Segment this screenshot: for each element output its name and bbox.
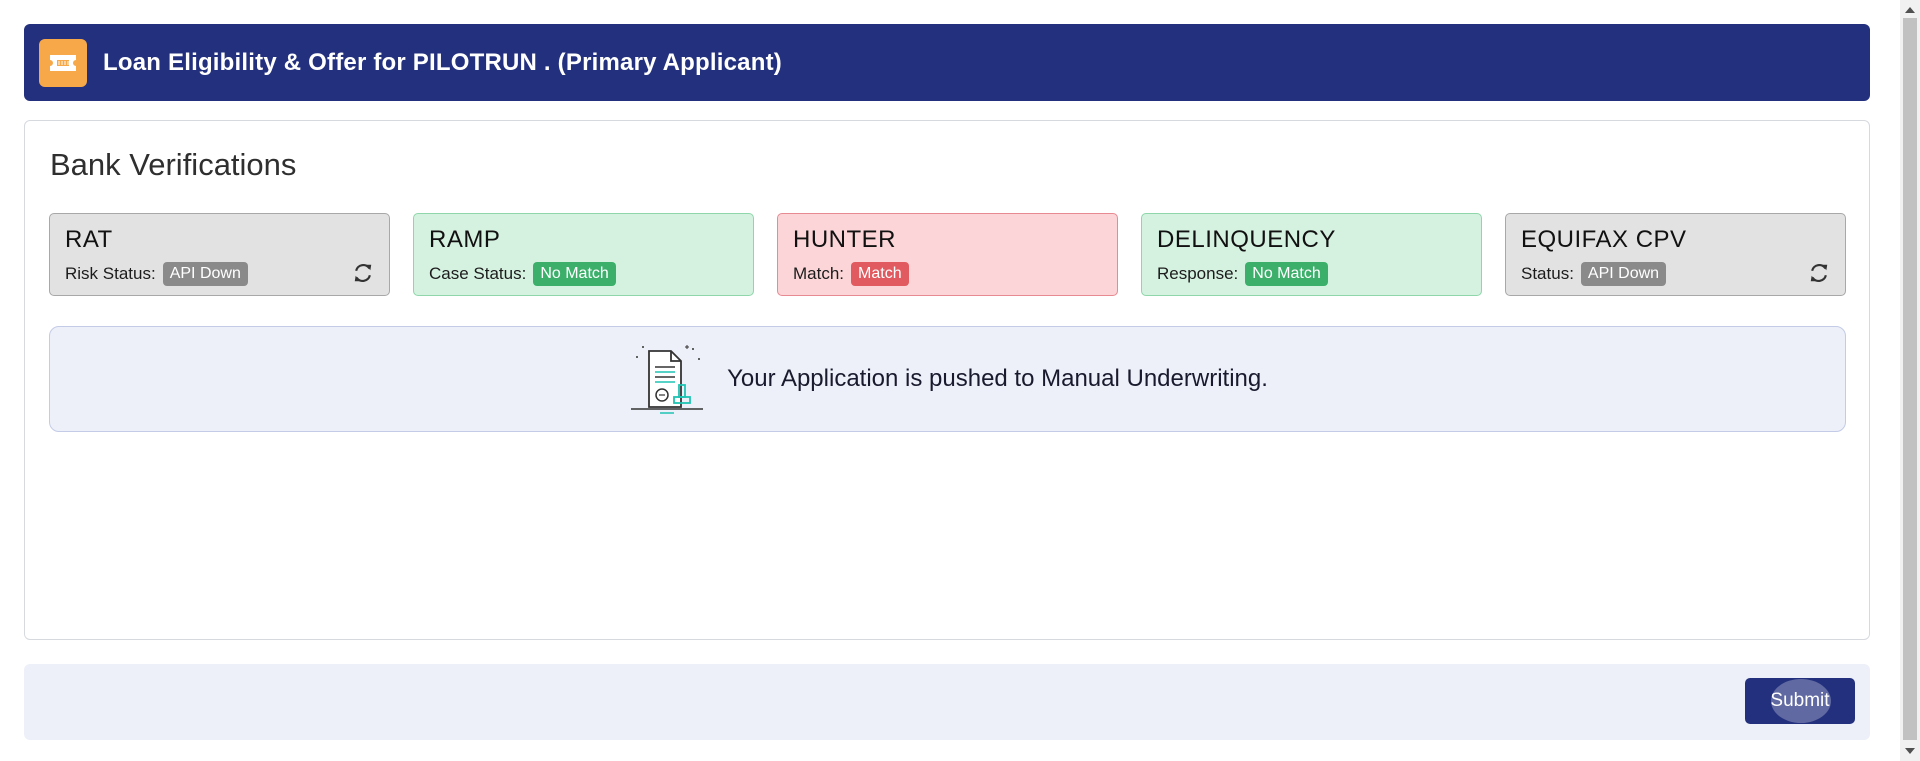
verification-card-delinquency: DELINQUENCY Response: No Match bbox=[1141, 213, 1482, 296]
notice-text: Your Application is pushed to Manual Und… bbox=[727, 365, 1268, 392]
verification-status-row: Status: API Down bbox=[1521, 262, 1830, 286]
verification-card-equifax-cpv: EQUIFAX CPV Status: API Down bbox=[1505, 213, 1846, 296]
scroll-thumb[interactable] bbox=[1903, 18, 1917, 740]
scroll-down-arrow-icon[interactable] bbox=[1905, 748, 1915, 754]
verification-status-row: Case Status: No Match bbox=[429, 262, 738, 286]
verification-status-row: Match: Match bbox=[793, 262, 1102, 286]
document-stamp-icon bbox=[631, 345, 704, 414]
status-label: Response: bbox=[1157, 264, 1239, 283]
refresh-icon[interactable] bbox=[352, 262, 374, 284]
scroll-up-arrow-icon[interactable] bbox=[1905, 7, 1915, 13]
verification-title: HUNTER bbox=[793, 226, 896, 253]
verification-status-row: Response: No Match bbox=[1157, 262, 1466, 286]
verification-card-ramp: RAMP Case Status: No Match bbox=[413, 213, 754, 296]
submit-button[interactable]: Submit bbox=[1745, 678, 1855, 724]
verification-title: RAT bbox=[65, 226, 113, 253]
refresh-icon[interactable] bbox=[1808, 262, 1830, 284]
bank-verifications-panel: Bank Verifications RAT Risk Status: API … bbox=[24, 120, 1870, 640]
verification-status-row: Risk Status: API Down bbox=[65, 262, 374, 286]
verification-title: DELINQUENCY bbox=[1157, 226, 1336, 253]
status-label: Case Status: bbox=[429, 264, 527, 283]
verification-card-hunter: HUNTER Match: Match bbox=[777, 213, 1118, 296]
status-label: Status: bbox=[1521, 264, 1574, 283]
verification-title: EQUIFAX CPV bbox=[1521, 226, 1687, 253]
status-label: Risk Status: bbox=[65, 264, 156, 283]
verification-title: RAMP bbox=[429, 226, 501, 253]
status-badge: API Down bbox=[1580, 262, 1667, 286]
manual-underwriting-notice: Your Application is pushed to Manual Und… bbox=[49, 326, 1846, 432]
status-label: Match: bbox=[793, 264, 845, 283]
status-badge: API Down bbox=[162, 262, 248, 286]
status-badge: Match bbox=[851, 262, 909, 286]
status-badge: No Match bbox=[533, 262, 616, 286]
page-header: Loan Eligibility & Offer for PILOTRUN . … bbox=[24, 24, 1870, 101]
ticket-icon bbox=[39, 38, 87, 87]
section-title: Bank Verifications bbox=[50, 147, 297, 182]
verification-card-rat: RAT Risk Status: API Down bbox=[49, 213, 390, 296]
page-title: Loan Eligibility & Offer for PILOTRUN . … bbox=[103, 48, 782, 76]
vertical-scrollbar[interactable] bbox=[1900, 0, 1920, 761]
status-badge: No Match bbox=[1245, 262, 1328, 286]
footer-actions: Submit bbox=[24, 664, 1870, 740]
page: Loan Eligibility & Offer for PILOTRUN . … bbox=[0, 0, 1920, 761]
submit-label: Submit bbox=[1770, 690, 1830, 711]
